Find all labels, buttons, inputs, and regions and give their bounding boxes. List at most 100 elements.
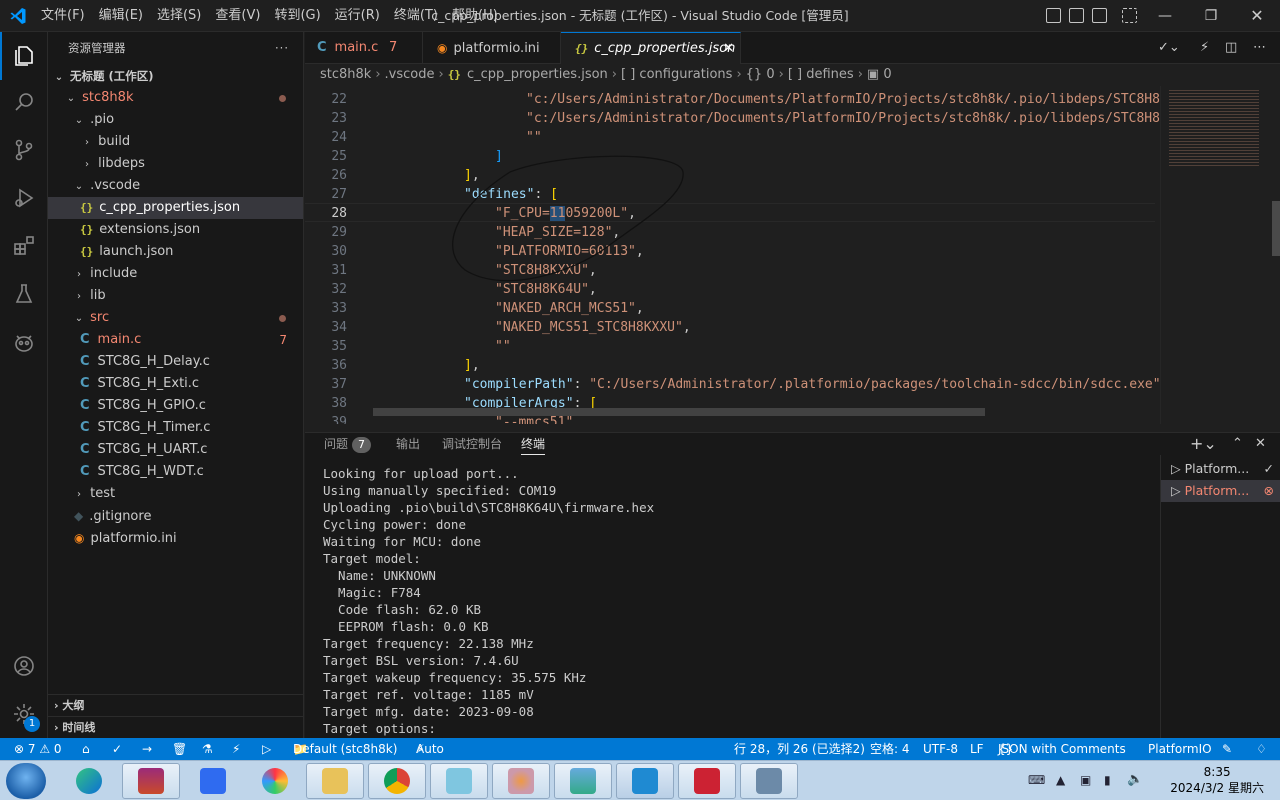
folder-pio[interactable]: ⌄ .pio — [48, 109, 303, 131]
menu-selection[interactable]: 选择(S) — [150, 0, 208, 32]
start-button[interactable] — [6, 763, 46, 799]
file-extensions-json[interactable]: {} extensions.json — [48, 219, 303, 241]
account-icon[interactable] — [0, 642, 48, 690]
close-panel-icon[interactable]: ✕ — [1255, 433, 1266, 455]
more-actions-icon[interactable]: ··· — [275, 32, 289, 64]
file-delay-c[interactable]: C STC8G_H_Delay.c — [48, 351, 303, 373]
photo-viewer-icon[interactable] — [554, 763, 612, 799]
tab-output[interactable]: 输出 — [396, 433, 420, 455]
menu-edit[interactable]: 编辑(E) — [92, 0, 150, 32]
split-editor-icon[interactable]: ◫ — [1225, 32, 1237, 64]
terminal-icon[interactable]: ▷ — [262, 738, 271, 760]
file-explorer-icon[interactable] — [306, 763, 364, 799]
breadcrumb-item[interactable]: c_cpp_properties.json — [467, 67, 608, 82]
file-timer-c[interactable]: C STC8G_H_Timer.c — [48, 417, 303, 439]
folder-src[interactable]: ⌄ src — [48, 307, 303, 329]
notifications-bell-icon[interactable]: ♢ — [1256, 738, 1267, 760]
file-gpio-c[interactable]: C STC8G_H_GPIO.c — [48, 395, 303, 417]
volume-icon[interactable]: 🔈 — [1127, 772, 1143, 787]
explorer-icon[interactable] — [0, 32, 48, 80]
indentation[interactable]: 空格: 4 — [870, 738, 910, 760]
terminal-item[interactable]: ▷ Platform... ✓ — [1161, 458, 1280, 480]
encoding[interactable]: UTF-8 — [923, 738, 958, 760]
problems-status[interactable]: ⊗ 7 ⚠ 0 — [14, 738, 62, 760]
file-launch-json[interactable]: {} launch.json — [48, 241, 303, 263]
build-check-icon[interactable]: ✓ — [112, 738, 122, 760]
menu-file[interactable]: 文件(F) — [34, 0, 92, 32]
terminal-item[interactable]: ▷ Platform... ⊗ — [1161, 480, 1280, 502]
folder-build[interactable]: › build — [48, 131, 303, 153]
toggle-panel-icon[interactable] — [1069, 8, 1084, 23]
tab-close-icon[interactable]: ✕ — [723, 33, 734, 65]
breadcrumb-item[interactable]: 0 — [766, 67, 774, 82]
search-icon[interactable] — [0, 78, 48, 126]
plug-icon[interactable]: ⚡ — [232, 738, 240, 760]
file-platformio-ini[interactable]: ◉ platformio.ini — [48, 527, 303, 549]
photos-icon[interactable] — [246, 763, 304, 799]
file-gitignore[interactable]: ◆ .gitignore — [48, 505, 303, 527]
file-exti-c[interactable]: C STC8G_H_Exti.c — [48, 373, 303, 395]
minimap[interactable] — [1160, 86, 1280, 424]
menu-help[interactable]: 帮助(H) — [445, 0, 505, 32]
edge-icon[interactable] — [60, 763, 118, 799]
workspace-root[interactable]: ⌄ 无标题 (工作区) — [48, 65, 303, 87]
horizontal-scrollbar[interactable] — [373, 408, 985, 416]
notepad-icon[interactable] — [430, 763, 488, 799]
serial-tool-icon[interactable] — [678, 763, 736, 799]
check-icon[interactable]: ✓⌄ — [1158, 32, 1180, 64]
menu-terminal[interactable]: 终端(T) — [387, 0, 445, 32]
tray-app-icon[interactable]: ▣ — [1080, 773, 1091, 787]
vscode-icon[interactable] — [616, 763, 674, 799]
menu-view[interactable]: 查看(V) — [208, 0, 267, 32]
breadcrumb-item[interactable]: stc8h8k — [320, 67, 371, 82]
file-uart-c[interactable]: C STC8G_H_UART.c — [48, 439, 303, 461]
tab-main-c[interactable]: Cmain.c 7 — [305, 32, 423, 64]
home-icon[interactable]: ⌂ — [82, 738, 90, 760]
folder-lib[interactable]: › lib — [48, 285, 303, 307]
terminal-output[interactable]: Looking for upload port... Using manuall… — [323, 465, 1163, 737]
platformio-status[interactable]: PlatformIO — [1148, 738, 1212, 760]
network-signal-icon[interactable]: ▮ — [1104, 773, 1111, 787]
file-c-cpp-properties[interactable]: {} c_cpp_properties.json — [48, 197, 303, 219]
tab-c-cpp-properties[interactable]: {} c_cpp_properties.json ✕ — [561, 32, 741, 64]
chrome-icon[interactable] — [368, 763, 426, 799]
manage-gear-icon[interactable]: 1 — [0, 690, 48, 738]
timeline-section[interactable]: › 时间线 — [48, 716, 303, 738]
paint-icon[interactable] — [492, 763, 550, 799]
testing-icon[interactable] — [0, 270, 48, 318]
menu-go[interactable]: 转到(G) — [267, 0, 327, 32]
vertical-scrollbar[interactable] — [1272, 201, 1280, 256]
tab-problems[interactable]: 问题 7 — [324, 433, 372, 455]
file-main-c[interactable]: Cmain.c 7 — [48, 329, 303, 351]
outline-section[interactable]: › 大纲 — [48, 694, 303, 716]
tab-debug-console[interactable]: 调试控制台 — [442, 433, 502, 455]
tab-terminal[interactable]: 终端 — [521, 433, 546, 455]
feedback-icon[interactable]: ✎ — [1222, 738, 1232, 760]
tray-arrow-icon[interactable]: ▲ — [1056, 773, 1065, 787]
folder-test[interactable]: › test — [48, 483, 303, 505]
winrar-icon[interactable] — [122, 763, 180, 799]
toggle-sidebar-icon[interactable] — [1046, 8, 1061, 23]
folder-libdeps[interactable]: › libdeps — [48, 153, 303, 175]
source-control-icon[interactable] — [0, 126, 48, 174]
breadcrumb-item[interactable]: 0 — [883, 67, 891, 82]
menu-run[interactable]: 运行(R) — [328, 0, 387, 32]
platformio-icon[interactable] — [0, 318, 48, 366]
more-actions-icon[interactable]: ⋯ — [1253, 32, 1266, 64]
extensions-icon[interactable] — [0, 222, 48, 270]
folder-stc8h8k[interactable]: ⌄ stc8h8k — [48, 87, 303, 109]
folder-include[interactable]: › include — [48, 263, 303, 285]
keyboard-icon[interactable]: ⌨ — [1028, 773, 1045, 787]
restore-icon[interactable]: ❐ — [1188, 0, 1234, 32]
feishu-icon[interactable] — [184, 763, 242, 799]
folder-vscode[interactable]: ⌄ .vscode — [48, 175, 303, 197]
breadcrumb-item[interactable]: .vscode — [385, 67, 435, 82]
file-wdt-c[interactable]: C STC8G_H_WDT.c — [48, 461, 303, 483]
system-clock[interactable]: 8:35 2024/3/2 星期六 — [1170, 764, 1264, 796]
network-tool-icon[interactable] — [740, 763, 798, 799]
new-terminal-icon[interactable]: +⌄ — [1190, 433, 1217, 455]
toggle-secondary-sidebar-icon[interactable] — [1092, 8, 1107, 23]
close-window-icon[interactable]: ✕ — [1234, 0, 1280, 32]
clean-trash-icon[interactable]: 🗑 — [172, 738, 187, 760]
end-of-line[interactable]: LF — [970, 738, 984, 760]
